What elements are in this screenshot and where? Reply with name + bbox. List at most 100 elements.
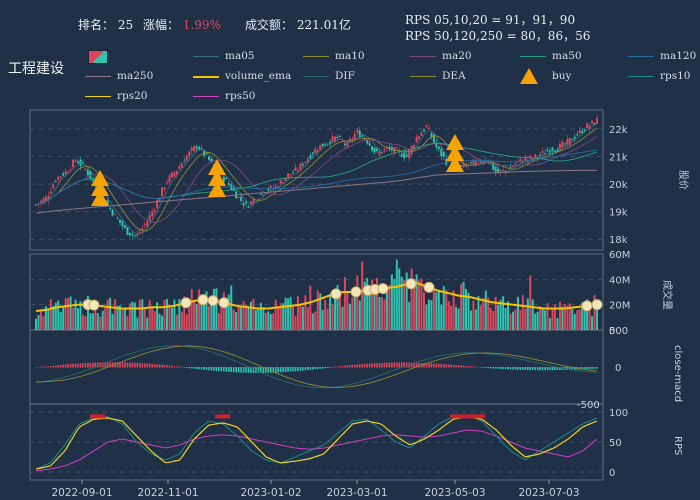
macd-bar [166, 365, 168, 368]
macd-bar [126, 362, 129, 368]
volume-bar [425, 304, 428, 330]
macd-bar [47, 366, 50, 368]
volume-bar [153, 311, 156, 330]
price-tick-label: 20k [609, 180, 628, 191]
candle-body [583, 129, 586, 131]
macd-bar [363, 363, 366, 368]
macd-bar [67, 364, 69, 368]
volume-bar [35, 318, 37, 330]
macd-bar [158, 364, 161, 368]
macd-bar [527, 367, 529, 371]
volume-bar [546, 303, 549, 330]
candle-body [183, 161, 186, 163]
macd-bar [433, 363, 435, 368]
macd-bar [287, 367, 289, 372]
volume-bar [264, 312, 267, 330]
macd-bar [492, 367, 495, 369]
candle-body [440, 148, 443, 157]
candle-body [356, 129, 359, 133]
volume-bar [484, 290, 487, 330]
candle-body [534, 154, 537, 158]
volume-bar [383, 299, 386, 330]
macd-bar [136, 362, 139, 368]
macd-bar [398, 362, 401, 368]
macd-bar [396, 362, 398, 368]
volume-bar [94, 308, 97, 330]
volume-signal-dot [350, 286, 362, 298]
candle-body [170, 172, 173, 178]
ma-line-5 [35, 123, 598, 235]
macd-bar [517, 367, 519, 370]
volume-bar [138, 299, 141, 330]
macd-bar [74, 363, 77, 368]
candle-body [64, 171, 67, 175]
candle-body [586, 123, 589, 129]
volume-bar [175, 314, 178, 330]
volume-bar [109, 297, 112, 330]
volume-bar [301, 306, 304, 330]
candle-body [378, 151, 381, 156]
macd-bar [299, 367, 302, 371]
macd-bar [309, 367, 312, 370]
macd-bar [472, 366, 475, 368]
volume-bar [287, 298, 290, 330]
macd-bar [54, 365, 57, 368]
volume-bar [116, 305, 119, 330]
candle-body [128, 232, 131, 236]
volume-bar [128, 303, 131, 330]
macd-bar [551, 367, 554, 371]
volume-bar [331, 303, 334, 330]
volume-bar [165, 298, 168, 330]
volume-bar [420, 278, 423, 330]
volume-bar [432, 290, 435, 330]
macd-bar [173, 366, 176, 368]
candle-body [529, 155, 532, 158]
volume-bar [123, 308, 126, 330]
macd-bar [378, 362, 381, 368]
candle-body [437, 146, 440, 150]
volume-bar [89, 313, 92, 330]
volume-signal-dot [218, 297, 230, 309]
macd-bar [536, 367, 539, 371]
macd-bar [484, 367, 487, 368]
candle-body [54, 181, 57, 183]
volume-bar [195, 303, 198, 330]
candle-body [596, 118, 598, 124]
macd-bar [156, 364, 158, 368]
macd-axis-label: close-macd [672, 345, 683, 402]
volume-bar [232, 309, 235, 330]
volume-bar [57, 300, 60, 330]
macd-bar [366, 363, 368, 368]
volume-bar [269, 314, 272, 330]
macd-bar [445, 364, 448, 368]
volume-bar [536, 311, 539, 330]
candle-body [366, 140, 369, 144]
macd-bar [529, 367, 532, 371]
macd-bar [252, 367, 255, 373]
macd-bar [205, 367, 208, 371]
rps-highlight [90, 414, 105, 419]
candle-body [237, 196, 240, 198]
candle-body [299, 163, 302, 170]
macd-bar [522, 367, 524, 370]
candle-body [52, 184, 55, 189]
volume-bar [299, 303, 302, 330]
volume-bar [254, 310, 257, 330]
volume-bar [435, 292, 438, 330]
candle-body [514, 163, 517, 165]
macd-bar [84, 363, 87, 368]
macd-bar [514, 367, 517, 370]
candle-body [178, 166, 181, 170]
volume-bar [504, 308, 507, 330]
volume-bar [121, 308, 124, 330]
candle-body [561, 141, 564, 148]
candle-body [259, 193, 262, 195]
candle-body [287, 173, 290, 178]
macd-bar [247, 367, 250, 373]
macd-bar [242, 367, 245, 373]
macd-bar [460, 365, 462, 368]
rps-tick-label: 50 [609, 438, 622, 449]
macd-bar [371, 363, 373, 368]
volume-bar [52, 306, 55, 330]
volume-bar [267, 311, 270, 330]
